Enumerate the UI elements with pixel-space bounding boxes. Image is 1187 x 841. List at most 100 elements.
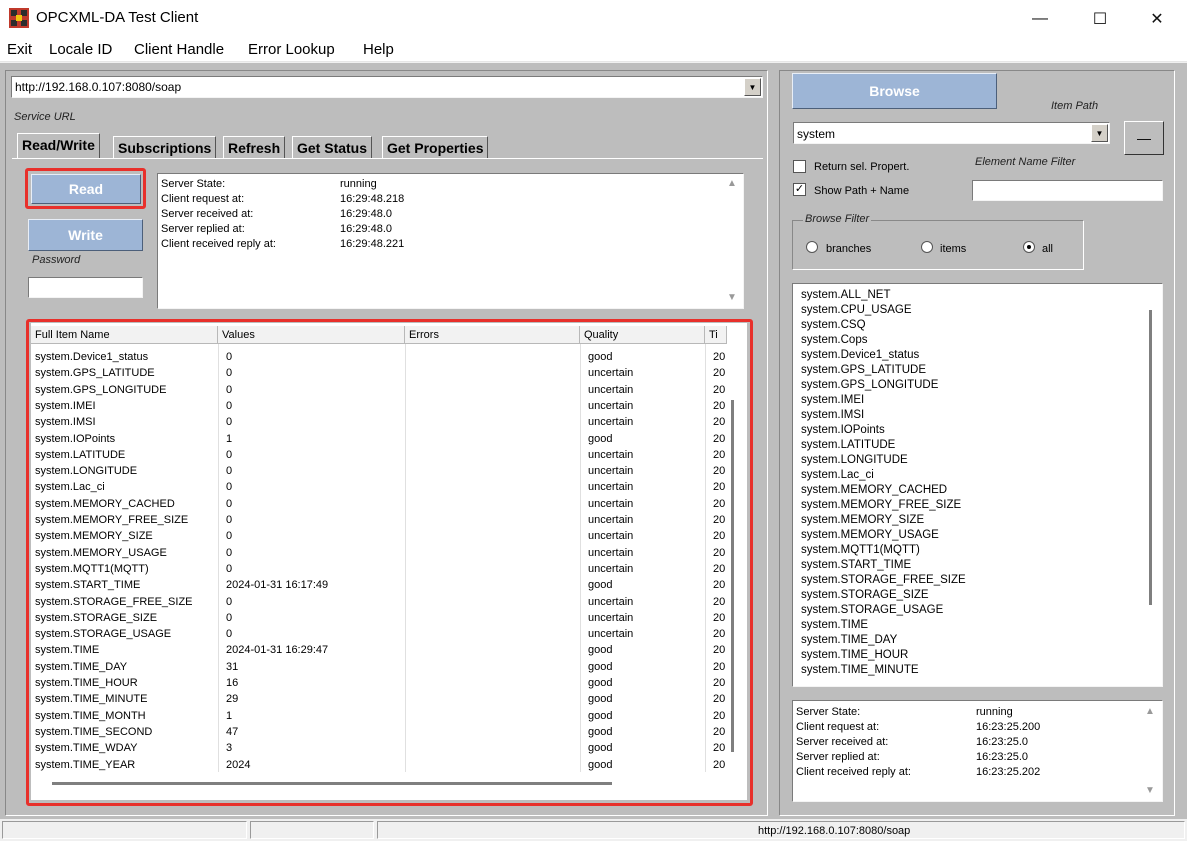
list-item[interactable]: system.START_TIME — [801, 559, 911, 571]
list-item[interactable]: system.MQTT1(MQTT) — [801, 544, 920, 556]
list-item[interactable]: system.Cops — [801, 334, 867, 346]
status-url: http://192.168.0.107:8080/soap — [758, 825, 911, 837]
list-item[interactable]: system.MEMORY_CACHED — [801, 484, 947, 496]
status-label: Client request at: — [796, 721, 880, 733]
write-button[interactable]: Write — [28, 219, 143, 251]
status-value: running — [976, 706, 1013, 718]
menu-help[interactable]: Help — [363, 41, 394, 58]
item-path-label: Item Path — [1051, 100, 1099, 112]
status-value: 16:23:25.0 — [976, 736, 1028, 748]
filter-branches-label: branches — [826, 243, 872, 255]
list-item[interactable]: system.GPS_LATITUDE — [801, 364, 926, 376]
status-value: 16:23:25.200 — [976, 721, 1041, 733]
tab-get-properties[interactable]: Get Properties — [382, 136, 489, 158]
show-path-name-label: Show Path + Name — [814, 185, 910, 197]
filter-all-label: all — [1042, 243, 1054, 255]
password-label: Password — [32, 254, 81, 266]
status-label: Server State: — [796, 706, 861, 718]
list-item[interactable]: system.STORAGE_FREE_SIZE — [801, 574, 966, 586]
status-label: Client received reply at: — [796, 766, 911, 778]
browse-list-scrollbar[interactable] — [1149, 310, 1152, 605]
list-item[interactable]: system.TIME_MINUTE — [801, 664, 919, 676]
list-item[interactable]: system.MEMORY_FREE_SIZE — [801, 499, 961, 511]
return-sel-propert-checkbox[interactable] — [793, 160, 806, 173]
list-item[interactable]: system.CSQ — [801, 319, 866, 331]
status-label: Client received reply at: — [161, 238, 276, 250]
list-item[interactable]: system.CPU_USAGE — [801, 304, 912, 316]
list-item[interactable]: system.Lac_ci — [801, 469, 874, 481]
tab-get-status[interactable]: Get Status — [292, 136, 373, 158]
list-item[interactable]: system.TIME — [801, 619, 868, 631]
item-path-up-button[interactable]: — — [1124, 121, 1164, 155]
list-item[interactable]: system.MEMORY_USAGE — [801, 529, 939, 541]
tab-refresh[interactable]: Refresh — [223, 136, 286, 158]
list-item[interactable]: system.IMSI — [801, 409, 864, 421]
chevron-down-icon[interactable]: ▼ — [744, 78, 761, 96]
scroll-up-icon[interactable]: ▲ — [1145, 706, 1155, 717]
menu-exit[interactable]: Exit — [7, 41, 32, 58]
status-bar: http://192.168.0.107:8080/soap — [0, 819, 1187, 841]
list-item[interactable]: system.STORAGE_SIZE — [801, 589, 929, 601]
return-sel-propert-label: Return sel. Propert. — [814, 161, 910, 173]
browse-button[interactable]: Browse — [792, 73, 997, 109]
status-value: 16:29:48.218 — [340, 193, 405, 205]
filter-items-radio[interactable] — [921, 241, 933, 253]
menu-client-handle[interactable]: Client Handle — [134, 41, 224, 58]
maximize-button[interactable]: ☐ — [1077, 0, 1123, 38]
list-item[interactable]: system.MEMORY_SIZE — [801, 514, 924, 526]
show-path-name-checkbox[interactable]: ✓ — [793, 183, 806, 196]
menu-error-lookup[interactable]: Error Lookup — [248, 41, 335, 58]
status-panel — [2, 821, 247, 839]
status-panel: http://192.168.0.107:8080/soap — [377, 821, 1185, 839]
list-item[interactable]: system.IMEI — [801, 394, 864, 406]
browse-filter-label: Browse Filter — [803, 213, 872, 225]
chevron-down-icon[interactable]: ▼ — [1091, 124, 1108, 142]
menu-locale-id[interactable]: Locale ID — [49, 41, 112, 58]
service-url-label: Service URL — [14, 111, 76, 123]
status-label: Server State: — [161, 178, 226, 190]
list-item[interactable]: system.GPS_LONGITUDE — [801, 379, 938, 391]
element-name-filter-label: Element Name Filter — [975, 156, 1076, 168]
element-name-filter-input[interactable] — [972, 180, 1163, 201]
status-value: 16:29:48.0 — [340, 208, 392, 220]
status-label: Server received at: — [796, 736, 889, 748]
status-value: 16:29:48.221 — [340, 238, 405, 250]
status-value: 16:23:25.0 — [976, 751, 1028, 763]
item-path-combo[interactable]: system ▼ — [793, 122, 1110, 144]
password-input[interactable] — [28, 277, 143, 298]
close-button[interactable]: ✕ — [1134, 0, 1180, 38]
window-title: OPCXML-DA Test Client — [36, 9, 199, 26]
status-label: Client request at: — [161, 193, 245, 205]
service-url-combo[interactable]: http://192.168.0.107:8080/soap ▼ — [11, 76, 763, 98]
status-value: 16:23:25.202 — [976, 766, 1041, 778]
list-item[interactable]: system.LATITUDE — [801, 439, 895, 451]
scroll-down-icon[interactable]: ▼ — [1145, 785, 1155, 796]
scroll-down-icon[interactable]: ▼ — [727, 292, 737, 303]
list-item[interactable]: system.ALL_NET — [801, 289, 890, 301]
read-button[interactable]: Read — [31, 174, 141, 204]
status-value: 16:29:48.0 — [340, 223, 392, 235]
status-value: running — [340, 178, 377, 190]
filter-all-radio[interactable] — [1023, 241, 1035, 253]
status-label: Server replied at: — [161, 223, 245, 235]
status-label: Server replied at: — [796, 751, 880, 763]
status-label: Server received at: — [161, 208, 254, 220]
service-url-value: http://192.168.0.107:8080/soap — [15, 80, 182, 94]
list-item[interactable]: system.IOPoints — [801, 424, 885, 436]
filter-branches-radio[interactable] — [806, 241, 818, 253]
minimize-button[interactable]: — — [1017, 0, 1063, 38]
list-item[interactable]: system.LONGITUDE — [801, 454, 908, 466]
title-bar: OPCXML-DA Test Client — ☐ ✕ — [0, 0, 1187, 38]
scroll-up-icon[interactable]: ▲ — [727, 178, 737, 189]
tab-divider — [12, 158, 763, 159]
menu-bar: Exit Locale ID Client Handle Error Looku… — [0, 38, 1187, 62]
status-panel — [250, 821, 374, 839]
list-item[interactable]: system.Device1_status — [801, 349, 919, 361]
tab-read-write[interactable]: Read/Write — [17, 133, 100, 158]
list-item[interactable]: system.TIME_DAY — [801, 634, 897, 646]
results-grid-highlight — [26, 319, 753, 806]
tab-subscriptions[interactable]: Subscriptions — [113, 136, 217, 158]
filter-items-label: items — [940, 243, 967, 255]
list-item[interactable]: system.TIME_HOUR — [801, 649, 908, 661]
list-item[interactable]: system.STORAGE_USAGE — [801, 604, 943, 616]
